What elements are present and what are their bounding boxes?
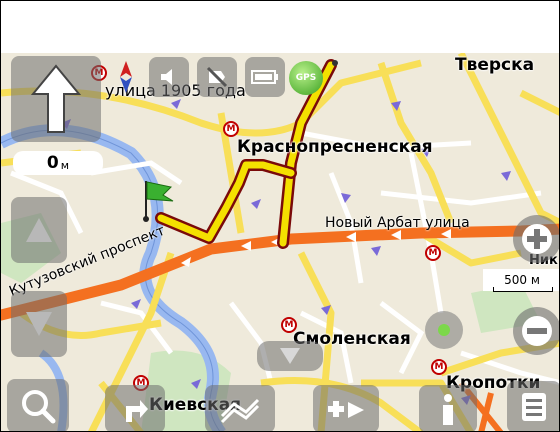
add-waypoint-button[interactable] bbox=[313, 385, 379, 431]
zoom-out-button[interactable] bbox=[513, 307, 559, 355]
menu-button[interactable] bbox=[507, 381, 559, 431]
pan-up-button[interactable] bbox=[11, 197, 67, 263]
gps-indicator: GPS bbox=[289, 61, 323, 95]
search-button[interactable] bbox=[7, 379, 69, 431]
navigator-screen: Тверска Краснопресненская Смоленская Кие… bbox=[0, 0, 560, 432]
speaker-icon bbox=[161, 69, 172, 85]
label-novy-arbat: Новый Арбат улица bbox=[325, 215, 470, 231]
minus-icon bbox=[522, 316, 552, 346]
route-arrow-icon bbox=[126, 400, 148, 422]
mute-button[interactable] bbox=[197, 57, 237, 97]
mute-icon bbox=[206, 66, 228, 88]
triangle-up-icon bbox=[26, 218, 52, 242]
distance-value: 0 bbox=[46, 153, 59, 173]
label-krasnopresnenskaya: Краснопресненская bbox=[237, 137, 433, 157]
metro-icon: M bbox=[223, 121, 239, 137]
route-button[interactable] bbox=[105, 385, 165, 431]
triangle-down-icon bbox=[280, 348, 300, 364]
turn-arrow-button[interactable] bbox=[11, 56, 101, 142]
compass-icon[interactable] bbox=[113, 61, 139, 93]
distance-readout: 0м bbox=[13, 151, 103, 175]
gps-label: GPS bbox=[295, 73, 317, 83]
triangle-down-icon bbox=[26, 312, 52, 336]
plus-icon bbox=[522, 224, 552, 254]
label-tverskaya: Тверска bbox=[455, 55, 535, 75]
battery-button[interactable] bbox=[245, 57, 285, 97]
metro-icon: M bbox=[425, 245, 441, 261]
scroll-down-handle[interactable] bbox=[257, 341, 323, 371]
battery-icon bbox=[251, 70, 278, 84]
map-view-button[interactable] bbox=[205, 385, 275, 431]
sound-button[interactable] bbox=[149, 57, 189, 97]
magnifier-icon bbox=[22, 390, 56, 424]
metro-icon: M bbox=[431, 359, 447, 375]
plus-arrow-icon bbox=[328, 401, 364, 418]
scale-bar bbox=[493, 287, 553, 292]
metro-icon: M bbox=[281, 317, 297, 333]
list-icon bbox=[522, 393, 546, 421]
info-button[interactable] bbox=[419, 385, 477, 431]
distance-unit: м bbox=[60, 158, 70, 172]
info-icon bbox=[443, 394, 453, 425]
zoom-in-button[interactable] bbox=[513, 215, 559, 263]
pan-down-button[interactable] bbox=[11, 291, 67, 357]
green-flag-icon bbox=[141, 179, 175, 223]
map-lines-icon bbox=[220, 398, 260, 424]
arrow-up-icon bbox=[31, 64, 81, 133]
location-indicator bbox=[425, 311, 463, 349]
